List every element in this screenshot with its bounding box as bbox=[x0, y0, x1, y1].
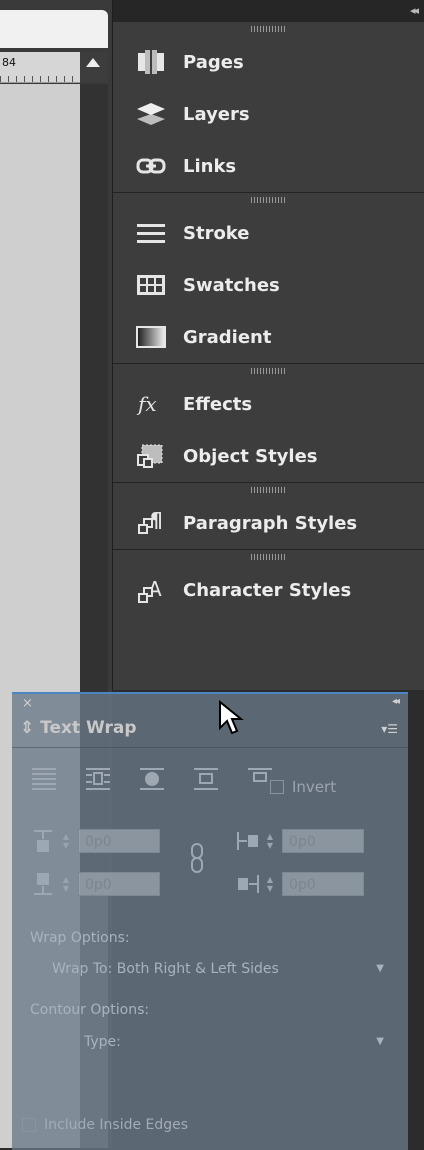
wrap-mode-buttons bbox=[28, 764, 276, 792]
layers-icon bbox=[133, 99, 169, 129]
mouse-cursor-icon bbox=[218, 699, 244, 740]
gradient-icon bbox=[133, 322, 169, 352]
pages-icon bbox=[133, 47, 169, 77]
effects-icon: fx bbox=[133, 389, 169, 419]
panel-item-label: Stroke bbox=[183, 222, 250, 244]
character-styles-icon: A bbox=[133, 575, 169, 605]
wrap-bounding-box-icon[interactable] bbox=[82, 764, 114, 792]
contour-type-select[interactable]: Type: ▼ bbox=[84, 1030, 390, 1054]
bottom-offset-field[interactable]: 0p0 bbox=[78, 872, 160, 896]
scroll-up-arrow-icon[interactable] bbox=[86, 58, 100, 67]
include-inside-edges-label: Include Inside Edges bbox=[44, 1117, 189, 1133]
panel-group-1: Pages Layers Links bbox=[113, 22, 424, 193]
panel-item-character-styles[interactable]: A Character Styles bbox=[113, 564, 424, 616]
panel-group-5: A Character Styles bbox=[113, 550, 424, 616]
right-offset-field[interactable]: 0p0 bbox=[282, 872, 364, 896]
wrap-options-label: Wrap Options: bbox=[30, 930, 130, 946]
panel-item-gradient[interactable]: Gradient bbox=[113, 311, 424, 363]
top-offset-field[interactable]: 0p0 bbox=[78, 829, 160, 853]
jump-object-icon[interactable] bbox=[190, 764, 222, 792]
chevron-down-icon: ▼ bbox=[376, 1036, 384, 1047]
panel-item-label: Character Styles bbox=[183, 579, 352, 601]
panel-item-stroke[interactable]: Stroke bbox=[113, 207, 424, 259]
contour-options-label: Contour Options: bbox=[30, 1002, 150, 1018]
group-grip-handle[interactable] bbox=[113, 193, 424, 207]
right-offset-stepper[interactable]: ▲ ▼ bbox=[264, 875, 276, 893]
panel-item-links[interactable]: Links bbox=[113, 140, 424, 192]
panel-item-layers[interactable]: Layers bbox=[113, 88, 424, 140]
text-wrap-title-label: Text Wrap bbox=[40, 718, 137, 738]
invert-option[interactable]: Invert bbox=[270, 778, 336, 796]
group-grip-handle[interactable] bbox=[113, 550, 424, 564]
panel-item-pages[interactable]: Pages bbox=[113, 36, 424, 88]
group-grip-handle[interactable] bbox=[113, 483, 424, 497]
panel-group-3: fx Effects Object Styles bbox=[113, 364, 424, 483]
ruler-number: 84 bbox=[2, 56, 16, 69]
links-icon bbox=[133, 151, 169, 181]
panel-item-effects[interactable]: fx Effects bbox=[113, 378, 424, 430]
panel-item-label: Paragraph Styles bbox=[183, 512, 358, 534]
left-offset-row: ▲ ▼ 0p0 bbox=[236, 828, 364, 854]
text-wrap-panel[interactable]: × ◂◂ ⇕ Text Wrap ▾☰ bbox=[12, 692, 408, 1150]
no-wrap-icon[interactable] bbox=[28, 764, 60, 792]
left-offset-stepper[interactable]: ▲ ▼ bbox=[264, 832, 276, 850]
document-tab[interactable] bbox=[0, 10, 108, 48]
stroke-icon bbox=[133, 218, 169, 248]
panel-group-4: ¶ Paragraph Styles bbox=[113, 483, 424, 550]
text-wrap-titlebar[interactable]: × ◂◂ bbox=[12, 694, 408, 714]
group-grip-handle[interactable] bbox=[113, 364, 424, 378]
wrap-to-value: Wrap To: Both Right & Left Sides bbox=[52, 961, 279, 977]
panel-item-label: Links bbox=[183, 155, 237, 177]
panel-item-label: Pages bbox=[183, 51, 244, 73]
panel-dock: ◂◂ Pages Layers Links Stroke Swatches Gr… bbox=[112, 0, 424, 690]
collapse-dock-icon[interactable]: ◂◂ bbox=[410, 4, 419, 17]
bottom-offset-icon bbox=[32, 871, 54, 897]
wrap-to-select[interactable]: Wrap To: Both Right & Left Sides ▼ bbox=[52, 957, 390, 981]
include-inside-edges-checkbox[interactable] bbox=[22, 1118, 36, 1132]
include-inside-edges-option[interactable]: Include Inside Edges bbox=[22, 1117, 188, 1133]
top-offset-row: ▲ ▼ 0p0 bbox=[32, 828, 160, 854]
panel-item-swatches[interactable]: Swatches bbox=[113, 259, 424, 311]
panel-item-label: Effects bbox=[183, 393, 253, 415]
paragraph-styles-icon: ¶ bbox=[133, 508, 169, 538]
panel-menu-icon[interactable]: ▾☰ bbox=[381, 722, 398, 736]
svg-text:fx: fx bbox=[136, 392, 157, 416]
chain-link-icon[interactable] bbox=[190, 840, 204, 876]
left-offset-field[interactable]: 0p0 bbox=[282, 829, 364, 853]
text-wrap-tab-row: ⇕ Text Wrap ▾☰ bbox=[12, 714, 408, 748]
right-offset-icon bbox=[236, 871, 259, 897]
text-wrap-title[interactable]: ⇕ Text Wrap bbox=[20, 718, 137, 738]
bottom-offset-row: ▲ ▼ 0p0 bbox=[32, 871, 160, 897]
panel-item-label: Layers bbox=[183, 103, 250, 125]
panel-group-2: Stroke Swatches Gradient bbox=[113, 193, 424, 364]
top-offset-icon bbox=[32, 828, 54, 854]
invert-label: Invert bbox=[292, 778, 337, 796]
swatches-icon bbox=[133, 270, 169, 300]
collapse-icon[interactable]: ◂◂ bbox=[392, 696, 400, 707]
object-styles-icon bbox=[133, 441, 169, 471]
contour-type-value: Type: bbox=[84, 1034, 121, 1050]
top-offset-stepper[interactable]: ▲ ▼ bbox=[60, 832, 72, 850]
panel-item-label: Object Styles bbox=[183, 445, 318, 467]
ruler-corner bbox=[80, 52, 108, 82]
chevron-down-icon: ▼ bbox=[376, 963, 384, 974]
group-grip-handle[interactable] bbox=[113, 22, 424, 36]
bottom-offset-stepper[interactable]: ▲ ▼ bbox=[60, 875, 72, 893]
panel-item-label: Swatches bbox=[183, 274, 280, 296]
panel-item-object-styles[interactable]: Object Styles bbox=[113, 430, 424, 482]
left-offset-icon bbox=[236, 828, 258, 854]
invert-checkbox[interactable] bbox=[270, 780, 284, 794]
right-offset-row: ▲ ▼ 0p0 bbox=[236, 871, 364, 897]
close-icon[interactable]: × bbox=[22, 696, 33, 711]
dock-header: ◂◂ bbox=[113, 0, 424, 22]
panel-item-paragraph-styles[interactable]: ¶ Paragraph Styles bbox=[113, 497, 424, 549]
wrap-object-shape-icon[interactable] bbox=[136, 764, 168, 792]
panel-item-label: Gradient bbox=[183, 326, 272, 348]
